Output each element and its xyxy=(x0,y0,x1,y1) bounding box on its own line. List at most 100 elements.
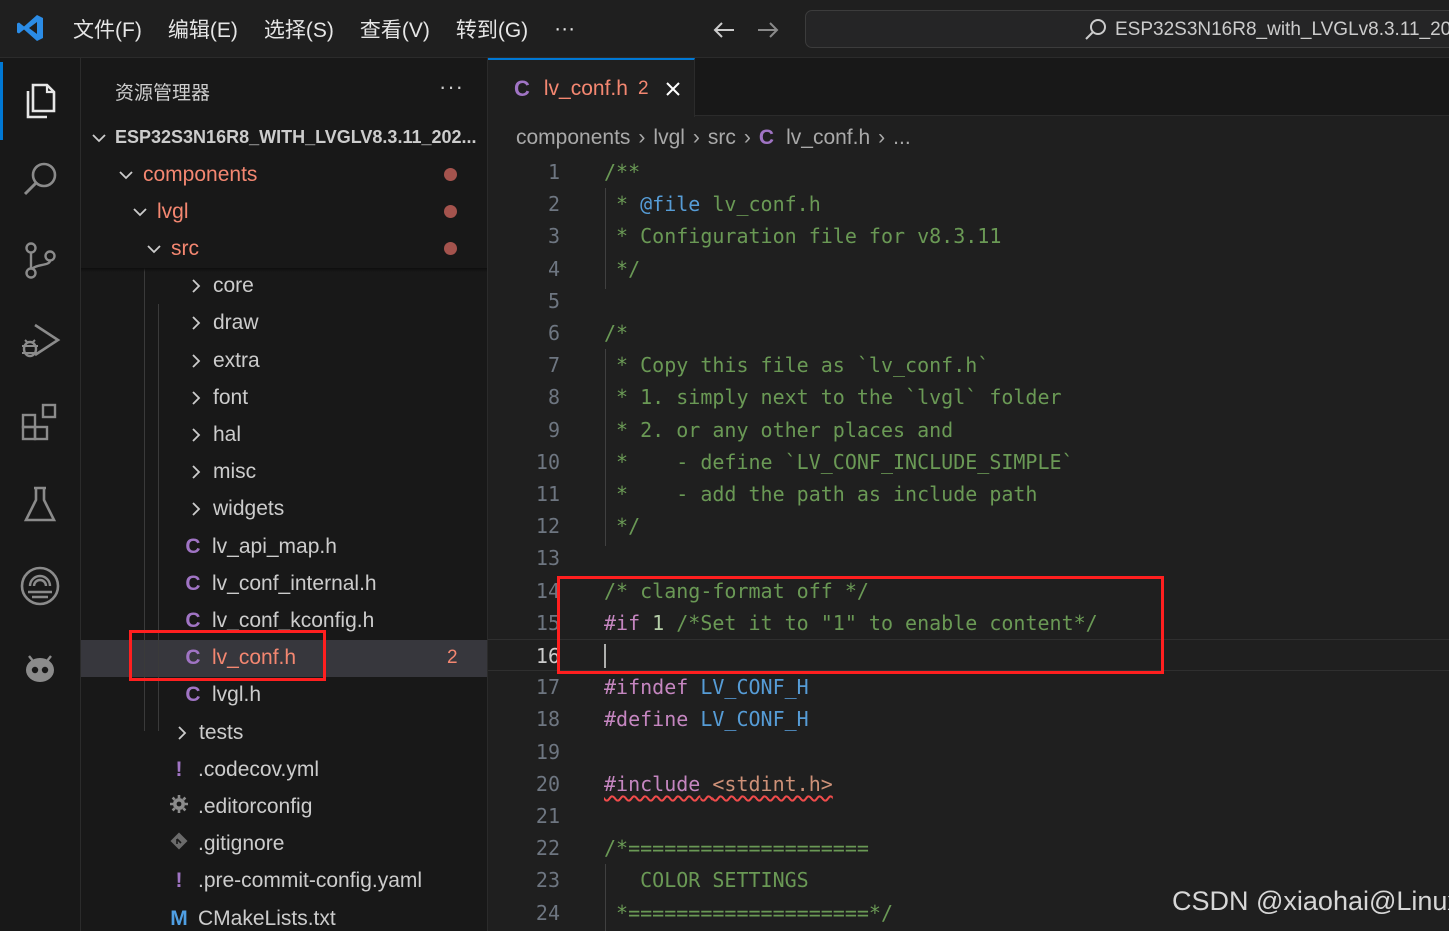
code-token: COLOR SETTINGS xyxy=(604,868,809,893)
tree-item-hal[interactable]: hal xyxy=(81,416,487,453)
menu-item[interactable]: 选择(S) xyxy=(251,14,347,44)
code-line[interactable]: 10 * - define `LV_CONF_INCLUDE_SIMPLE` xyxy=(488,446,1449,478)
run-debug-icon[interactable] xyxy=(16,316,64,364)
search-icon xyxy=(1085,19,1106,40)
code-line[interactable]: 22 /*==================== xyxy=(488,832,1449,864)
code-line[interactable]: 20 #include <stdint.h> xyxy=(488,768,1449,800)
breadcrumb-item[interactable]: lv_conf.h xyxy=(786,126,870,150)
code-line[interactable]: 21 xyxy=(488,800,1449,832)
chevron-down-icon xyxy=(92,133,106,142)
tree-item-pre-commit-config-yaml[interactable]: ! .pre-commit-config.yaml xyxy=(81,863,487,900)
code-line[interactable]: 18 #define LV_CONF_H xyxy=(488,703,1449,735)
tree-item-draw[interactable]: draw xyxy=(81,305,487,342)
modified-dot xyxy=(444,168,457,181)
workspace-root[interactable]: ESP32S3N16R8_WITH_LVGLV8.3.11_202... xyxy=(81,119,487,156)
tree-item-lvgl-h[interactable]: Clvgl.h xyxy=(81,677,487,714)
code-token: *====================*/ xyxy=(604,900,893,925)
android-icon[interactable] xyxy=(16,644,64,692)
tab-lv-conf-h[interactable]: C lv_conf.h 2 xyxy=(488,58,695,117)
testing-icon[interactable] xyxy=(16,480,64,528)
menu-item[interactable]: 文件(F) xyxy=(60,14,155,44)
arrow-right-icon[interactable] xyxy=(752,14,784,46)
code-line[interactable]: 17 #ifndef LV_CONF_H xyxy=(488,671,1449,703)
code-line[interactable]: 9 * 2. or any other places and xyxy=(488,414,1449,446)
remote-icon[interactable] xyxy=(16,562,64,610)
code-line[interactable]: 5 xyxy=(488,285,1449,317)
extensions-icon[interactable] xyxy=(16,398,64,446)
tree-item-lv-api-map-h[interactable]: Clv_api_map.h xyxy=(81,528,487,565)
code-line[interactable]: 8 * 1. simply next to the `lvgl` folder xyxy=(488,381,1449,413)
tree-item-label: lv_conf_internal.h xyxy=(212,571,377,595)
menu-item[interactable]: 转到(G) xyxy=(443,14,541,44)
code-token: * 1. simply next to the `lvgl` folder xyxy=(604,385,1062,410)
breadcrumb-item[interactable]: src xyxy=(708,126,736,150)
tree-item-tests[interactable]: tests xyxy=(81,714,487,751)
menu-item[interactable]: 编辑(E) xyxy=(155,14,251,44)
line-number: 15 xyxy=(535,610,560,635)
line-number: 13 xyxy=(535,546,560,571)
tree-item-lvgl[interactable]: lvgl xyxy=(81,193,487,230)
arrow-left-icon[interactable] xyxy=(708,14,740,46)
problem-count-badge: 2 xyxy=(637,77,649,99)
explorer-icon[interactable] xyxy=(16,76,64,124)
line-number: 19 xyxy=(535,739,560,764)
code-token: * xyxy=(604,192,641,217)
tree-item-components[interactable]: components xyxy=(81,156,487,193)
code-text: /*==================== xyxy=(604,832,869,864)
tree-item-lv-conf-internal-h[interactable]: Clv_conf_internal.h xyxy=(81,565,487,602)
tree-item-label: extra xyxy=(213,348,260,372)
active-indicator xyxy=(0,62,3,140)
tree-item-cmakelists-txt[interactable]: M CMakeLists.txt xyxy=(81,900,487,931)
line-number: 8 xyxy=(547,385,560,410)
line-number: 12 xyxy=(535,514,560,539)
close-icon[interactable] xyxy=(663,79,683,99)
tree-item-label: .gitignore xyxy=(198,832,285,856)
tree-item-misc[interactable]: misc xyxy=(81,454,487,491)
breadcrumb-item[interactable]: components xyxy=(516,126,630,150)
code-line[interactable]: 7 * Copy this file as `lv_conf.h` xyxy=(488,349,1449,381)
tree-item-extra[interactable]: extra xyxy=(81,342,487,379)
tree-item-font[interactable]: font xyxy=(81,379,487,416)
command-center-search[interactable]: ESP32S3N16R8_with_LVGLv8.3.11_202 xyxy=(805,10,1449,48)
breadcrumb-item[interactable]: ... xyxy=(893,126,911,150)
line-number: 5 xyxy=(547,288,560,313)
code-line[interactable]: 3 * Configuration file for v8.3.11 xyxy=(488,220,1449,252)
tree-item-core[interactable]: core xyxy=(81,268,487,305)
code-line[interactable]: 11 * - add the path as include path xyxy=(488,478,1449,510)
search-icon[interactable] xyxy=(16,156,64,204)
code-line[interactable]: 6 /* xyxy=(488,317,1449,349)
code-token: @file xyxy=(640,192,701,217)
code-editor[interactable]: 1/** 2 * @file lv_conf.h 3 * Configuration… xyxy=(488,156,1449,931)
tree-item-label: tests xyxy=(199,720,244,744)
breadcrumb-item[interactable]: lvgl xyxy=(653,126,685,150)
line-number: 1 xyxy=(547,160,560,184)
code-line[interactable]: 4 */ xyxy=(488,253,1449,285)
line-number: 17 xyxy=(535,675,560,700)
code-line[interactable]: 13 xyxy=(488,542,1449,574)
tree-item-label: .pre-commit-config.yaml xyxy=(198,869,423,893)
code-line[interactable]: 19 xyxy=(488,736,1449,768)
code-text: /* xyxy=(604,317,628,349)
source-control-icon[interactable] xyxy=(16,236,64,284)
chevron-right-icon xyxy=(192,391,201,405)
line-number: 14 xyxy=(535,578,560,603)
tree-item-widgets[interactable]: widgets xyxy=(81,491,487,528)
tree-item-editorconfig[interactable]: .editorconfig xyxy=(81,788,487,825)
title-bar: 文件(F) 编辑(E) 选择(S) 查看(V) 转到(G) ··· ESP32S3N16R… xyxy=(0,0,1449,58)
code-line[interactable]: 12 */ xyxy=(488,510,1449,542)
tree-item-codecov-yml[interactable]: ! .codecov.yml xyxy=(81,751,487,788)
menu-item[interactable]: 查看(V) xyxy=(347,14,443,44)
code-line[interactable]: 2 * @file lv_conf.h xyxy=(488,188,1449,220)
code-token: <stdint.h> xyxy=(712,771,833,796)
tree-item-src[interactable]: src xyxy=(81,230,487,267)
tree-item-gitignore[interactable]: .gitignore xyxy=(81,826,487,863)
chevron-right-icon xyxy=(192,353,201,368)
modified-dot xyxy=(444,242,457,256)
code-line[interactable]: 1 /** xyxy=(488,156,1449,188)
tree-item-label: misc xyxy=(213,460,257,484)
code-token: /** xyxy=(604,160,641,184)
more-actions-button[interactable]: ··· xyxy=(439,74,464,100)
code-token: LV_CONF_H xyxy=(700,675,809,700)
menu-more[interactable]: ··· xyxy=(541,17,588,41)
chevron-right-icon: › xyxy=(692,126,700,149)
